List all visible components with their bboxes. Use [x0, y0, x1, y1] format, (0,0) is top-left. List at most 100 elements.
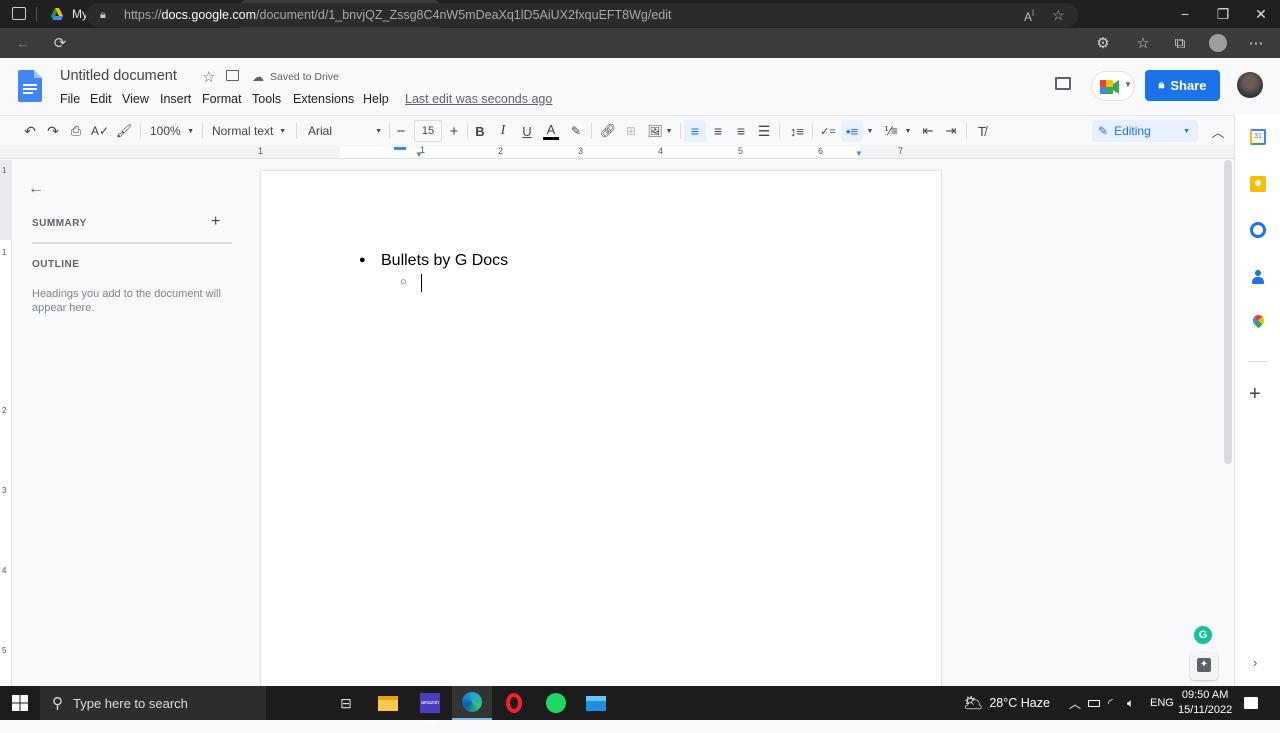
back-button[interactable]: ←: [8, 28, 38, 58]
menu-format[interactable]: Format: [202, 92, 242, 106]
tab-actions-icon[interactable]: [12, 7, 26, 20]
battery-icon[interactable]: [1088, 686, 1100, 720]
minimize-button[interactable]: −: [1166, 0, 1204, 28]
mail-icon[interactable]: [576, 686, 616, 720]
spotify-icon[interactable]: [536, 686, 576, 720]
maximize-button[interactable]: ❐: [1204, 0, 1242, 28]
paragraph-style-select[interactable]: Normal text ▼: [208, 120, 290, 142]
highlight-color-icon[interactable]: ✎: [566, 120, 586, 142]
google-tasks-icon[interactable]: [1250, 222, 1266, 238]
text-color-button[interactable]: A: [541, 120, 561, 142]
decrease-indent-icon[interactable]: ⇤: [918, 120, 938, 142]
horizontal-ruler[interactable]: 1 ▼ 1 2 3 4 5 6 ▼ 7: [0, 145, 1234, 159]
numbered-list-button[interactable]: ⅟≡: [880, 120, 902, 142]
underline-button[interactable]: U: [518, 120, 536, 142]
numbered-list-dropdown[interactable]: ▼: [902, 120, 914, 142]
show-side-panel-chevron-icon[interactable]: ›: [1253, 655, 1257, 670]
menu-extensions[interactable]: Extensions: [293, 92, 354, 106]
taskbar-search-box[interactable]: ⚲ Type here to search: [40, 686, 266, 720]
vertical-scrollbar[interactable]: [1224, 160, 1232, 464]
spellcheck-icon[interactable]: A✓: [90, 120, 110, 142]
close-window-button[interactable]: ✕: [1242, 0, 1280, 28]
weather-widget[interactable]: 🌥︎ 28°C Haze: [963, 686, 1050, 720]
bulleted-list-button[interactable]: •≡: [841, 120, 863, 142]
italic-button[interactable]: I: [494, 120, 512, 142]
edge-browser-icon[interactable]: [452, 686, 492, 720]
decrease-font-size-button[interactable]: −: [392, 120, 410, 142]
get-add-ons-plus-icon[interactable]: +: [1249, 383, 1261, 406]
paint-format-icon[interactable]: 🖌︎: [114, 120, 134, 142]
language-indicator[interactable]: ENG: [1150, 686, 1174, 720]
undo-icon[interactable]: ↶: [20, 120, 40, 142]
address-bar[interactable]: 🔒︎ https://docs.google.com/document/d/1_…: [86, 3, 1078, 27]
google-contacts-icon[interactable]: [1250, 269, 1266, 285]
opera-icon[interactable]: [494, 686, 534, 720]
document-page[interactable]: ● Bullets by G Docs ○: [261, 171, 941, 691]
notifications-icon[interactable]: [1244, 686, 1258, 720]
volume-icon[interactable]: 🔈︎: [1127, 686, 1134, 720]
extensions-icon[interactable]: ⚙: [1088, 28, 1118, 58]
vertical-ruler[interactable]: 1 1 2 3 4 5: [0, 160, 12, 686]
share-button[interactable]: 🔒︎ Share: [1145, 70, 1220, 101]
align-center-button[interactable]: ≡: [708, 120, 728, 142]
google-maps-icon[interactable]: [1250, 312, 1267, 331]
bulleted-list-dropdown[interactable]: ▼: [864, 120, 876, 142]
more-menu-icon[interactable]: ⋯: [1241, 28, 1271, 58]
print-icon[interactable]: ⎙: [66, 120, 86, 142]
file-explorer-icon[interactable]: [368, 686, 408, 720]
windows-start-icon[interactable]: [0, 686, 40, 720]
amazon-music-icon[interactable]: amazon music: [410, 686, 450, 726]
menu-file[interactable]: File: [60, 92, 80, 106]
align-left-button[interactable]: ≡: [684, 120, 706, 142]
menu-view[interactable]: View: [122, 92, 149, 106]
comments-icon[interactable]: [1055, 77, 1071, 90]
close-outline-back-arrow-icon[interactable]: ←: [28, 180, 44, 198]
star-icon[interactable]: ☆: [202, 68, 215, 86]
redo-icon[interactable]: ↷: [43, 120, 63, 142]
font-select[interactable]: Arial ▼: [304, 120, 386, 142]
user-avatar[interactable]: [1237, 72, 1263, 98]
insert-image-icon[interactable]: 🖼︎ ▼: [645, 120, 675, 142]
increase-indent-icon[interactable]: ⇥: [941, 120, 961, 142]
hide-menus-chevron-up-icon[interactable]: ︿: [1208, 120, 1228, 142]
increase-font-size-button[interactable]: +: [445, 120, 463, 142]
favorites-icon[interactable]: ☆: [1128, 28, 1158, 58]
justify-button[interactable]: ☰: [754, 120, 774, 142]
cloud-saved-icon[interactable]: ☁: [252, 70, 264, 84]
bold-button[interactable]: B: [471, 120, 489, 142]
right-indent-marker[interactable]: ▼: [855, 149, 863, 158]
read-aloud-icon[interactable]: Aꟾ: [1024, 3, 1034, 29]
checklist-icon[interactable]: ✓=: [818, 120, 838, 142]
refresh-button[interactable]: ⟳: [45, 28, 75, 58]
collections-icon[interactable]: ⧉: [1165, 28, 1195, 58]
task-view-icon[interactable]: ⊟: [326, 686, 366, 720]
clock[interactable]: 09:50 AM 15/11/2022: [1178, 686, 1232, 720]
last-edit-link[interactable]: Last edit was seconds ago: [405, 92, 552, 106]
clear-formatting-icon[interactable]: T̸: [972, 120, 992, 142]
document-title[interactable]: Untitled document: [60, 68, 177, 84]
menu-tools[interactable]: Tools: [252, 92, 281, 106]
docs-logo-icon[interactable]: [18, 70, 42, 102]
google-keep-icon[interactable]: [1250, 176, 1266, 192]
menu-edit[interactable]: Edit: [90, 92, 112, 106]
align-right-button[interactable]: ≡: [731, 120, 751, 142]
grammarly-icon[interactable]: G: [1194, 626, 1212, 644]
meet-button[interactable]: ▼: [1091, 71, 1135, 101]
menu-insert[interactable]: Insert: [160, 92, 191, 106]
wifi-icon[interactable]: ◜: [1108, 686, 1113, 720]
lock-icon[interactable]: 🔒︎: [100, 3, 106, 27]
add-comment-icon[interactable]: ⊞: [621, 120, 641, 142]
explore-button[interactable]: ✦: [1190, 652, 1218, 680]
add-favorite-icon[interactable]: ☆: [1052, 3, 1065, 27]
insert-link-icon[interactable]: 🔗︎: [597, 120, 619, 142]
editing-mode-select[interactable]: ✎ Editing ▼: [1092, 120, 1198, 142]
first-line-indent-marker[interactable]: [394, 147, 406, 150]
list-item-text[interactable]: Bullets by G Docs: [381, 252, 508, 270]
add-summary-button[interactable]: +: [211, 213, 220, 231]
font-size-input[interactable]: 15: [414, 120, 442, 142]
line-spacing-icon[interactable]: ↕≡: [786, 120, 808, 142]
google-calendar-icon[interactable]: 31: [1250, 129, 1266, 145]
profile-avatar[interactable]: [1203, 28, 1233, 58]
move-folder-icon[interactable]: [226, 70, 239, 81]
show-hidden-icons-chevron[interactable]: ︿: [1069, 686, 1081, 720]
